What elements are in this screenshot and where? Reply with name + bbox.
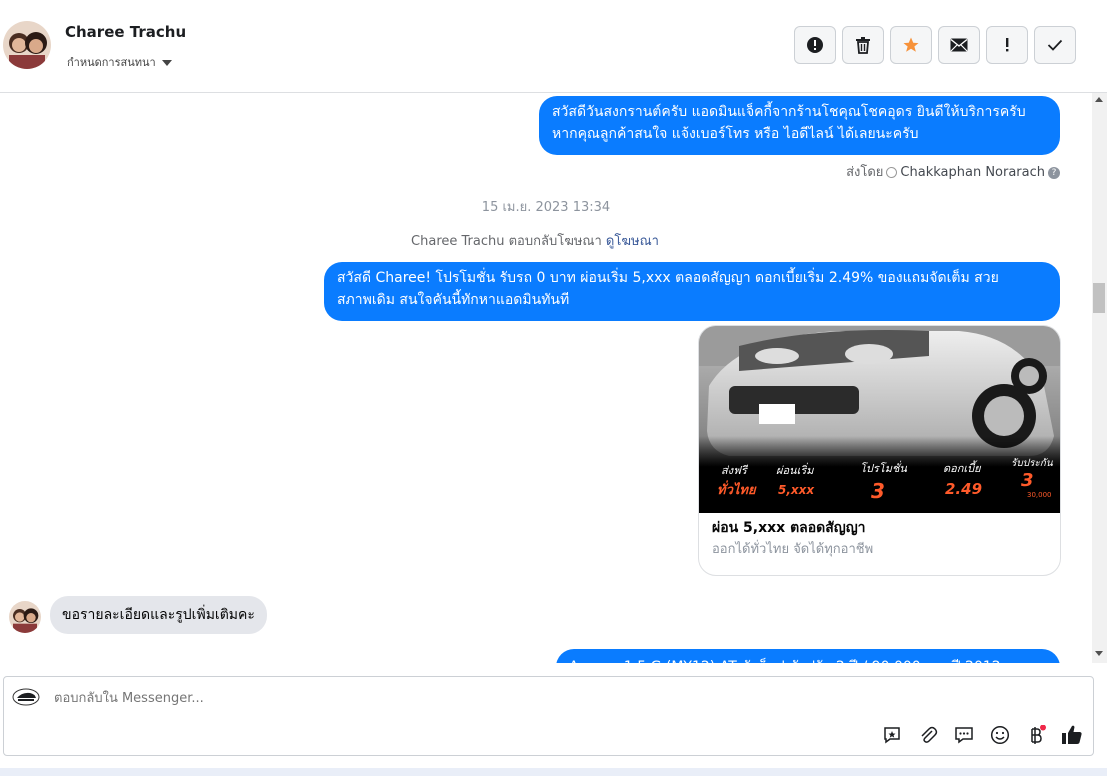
car-ad-image[interactable]: ส่งฟรี ทั่วไทย ผ่อนเริ่ม 5,xxx โปรโมชั่น… (699, 326, 1060, 513)
promo-promotion-value: 3 (871, 479, 885, 503)
ad-card-subtitle: ออกได้ทั่วไทย จัดได้ทุกอาชีพ (712, 542, 874, 557)
page-footer-strip (0, 768, 1107, 776)
message-line: หากคุณลูกค้าสนใจ แจ้งเบอร์โทร หรือ ไอดีไ… (552, 126, 919, 142)
saved-reply-button[interactable] (880, 723, 904, 747)
saved-reply-icon (884, 727, 900, 744)
promo-warranty-value: 3 (1021, 470, 1034, 491)
help-icon[interactable]: ? (1048, 166, 1060, 179)
outgoing-message[interactable]: สวัสดีวันสงกรานต์ครับ แอดมินแจ็คกี้จากร้… (539, 96, 1060, 155)
thread-scrollbar[interactable] (1092, 93, 1107, 663)
conversation-header: Charee Trachu กำหนดการสนทนา (0, 0, 1107, 93)
scroll-down-arrow-icon[interactable] (1095, 651, 1103, 656)
promo-free-delivery: ส่งฟรี (721, 464, 749, 477)
mail-icon (950, 38, 968, 52)
outgoing-message[interactable]: สวัสดี Charee! โปรโมชั่น รับรถ 0 บาท ผ่อ… (324, 262, 1060, 321)
payment-button[interactable] (1024, 723, 1048, 747)
message-line: สภาพเดิม สนใจคันนี้ทักหาแอดมินทันที (337, 292, 570, 308)
contact-avatar-small[interactable] (9, 601, 41, 633)
promo-installment-value: 5,xxx (778, 483, 815, 497)
verified-icon (886, 167, 898, 178)
baht-icon (1031, 725, 1046, 744)
promo-promotion-label: โปรโมชั่น (860, 460, 907, 475)
assign-label: กำหนดการสนทนา (67, 56, 156, 69)
caret-down-icon (161, 60, 172, 66)
view-ad-link[interactable]: ดูโฆษณา (606, 234, 659, 249)
paperclip-icon (921, 726, 938, 743)
spam-button[interactable] (986, 26, 1028, 64)
promo-warranty-km: 30,000 (1027, 491, 1052, 499)
message-thread[interactable]: สวัสดีวันสงกรานต์ครับ แอดมินแจ็คกี้จากร้… (0, 93, 1092, 663)
sent-by-label: ส่งโดย (846, 165, 884, 180)
emoji-button[interactable] (988, 723, 1012, 747)
sender-name: Chakkaphan Norarach (900, 165, 1045, 180)
exclamation-icon (1006, 38, 1009, 52)
incoming-message[interactable]: ขอรายละเอียดและรูปเพิ่มเติมคะ (50, 596, 267, 634)
report-icon (807, 37, 823, 53)
page-avatar (12, 687, 40, 707)
star-icon (903, 37, 919, 52)
thumbs-up-icon (1062, 725, 1082, 744)
promo-warranty-label: รับประกัน (1011, 458, 1054, 469)
chat-bubble-icon (955, 727, 973, 744)
mark-unread-button[interactable] (938, 26, 980, 64)
scroll-up-arrow-icon[interactable] (1095, 97, 1103, 102)
assign-conversation-dropdown[interactable]: กำหนดการสนทนา (67, 53, 172, 71)
promo-interest-value: 2.49 (945, 480, 982, 498)
scrollbar-thumb[interactable] (1093, 283, 1105, 313)
smiley-icon (990, 725, 1010, 745)
quick-reply-button[interactable] (952, 723, 976, 747)
trash-icon (856, 37, 870, 54)
ad-card[interactable]: ส่งฟรี ทั่วไทย ผ่อนเริ่ม 5,xxx โปรโมชั่น… (698, 325, 1061, 576)
contact-name[interactable]: Charee Trachu (65, 23, 186, 41)
promo-nationwide: ทั่วไทย (717, 480, 757, 498)
star-button[interactable] (890, 26, 932, 64)
contact-avatar[interactable] (3, 21, 51, 69)
report-button[interactable] (794, 26, 836, 64)
promo-installment-label: ผ่อนเริ่ม (776, 462, 814, 477)
message-line: สวัสดี Charee! โปรโมชั่น รับรถ 0 บาท ผ่อ… (337, 270, 999, 286)
ad-card-title: ผ่อน 5,xxx ตลอดสัญญา (712, 520, 866, 536)
like-button[interactable] (1060, 723, 1084, 747)
ad-reply-notice: Charee Trachu ตอบกลับโฆษณา ดูโฆษณา (0, 230, 1070, 251)
promo-interest-label: ดอกเบี้ย (943, 460, 982, 475)
outgoing-message-partial[interactable]: Avanza 1.5 G (MY12) AT ตัวท็อป ตัวปรับ 2… (556, 649, 1060, 663)
ad-reply-text: Charee Trachu ตอบกลับโฆษณา (411, 234, 602, 249)
sent-by-info: ส่งโดย Chakkaphan Norarach? (846, 161, 1060, 182)
mark-done-button[interactable] (1034, 26, 1076, 64)
message-timestamp: 15 เม.ย. 2023 13:34 (481, 200, 611, 215)
attach-button[interactable] (916, 723, 940, 747)
message-line: สวัสดีวันสงกรานต์ครับ แอดมินแจ็คกี้จากร้… (552, 104, 1026, 120)
delete-button[interactable] (842, 26, 884, 64)
reply-composer (3, 676, 1094, 756)
check-icon (1047, 39, 1063, 51)
reply-input[interactable] (52, 690, 856, 707)
